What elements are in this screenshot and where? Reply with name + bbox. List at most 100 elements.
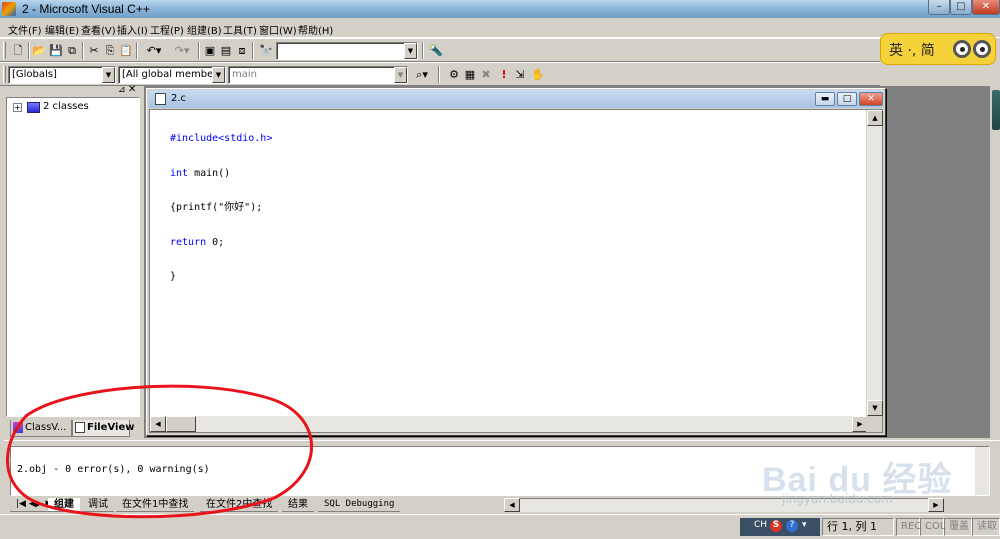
- editor-title-bar[interactable]: 2.c ▬ □ ✕: [149, 90, 883, 108]
- sogou-icon[interactable]: S: [770, 520, 782, 532]
- close-panel-icon[interactable]: ✕: [128, 84, 136, 95]
- function-combo[interactable]: main ▼: [228, 66, 408, 84]
- tree-root-label[interactable]: 2 classes: [43, 101, 89, 112]
- code-line: int main(): [170, 167, 231, 179]
- tab-fileview[interactable]: FileView: [72, 420, 134, 437]
- tab-find-in-files-2[interactable]: 在文件2中查找: [200, 498, 279, 512]
- chevron-down-icon[interactable]: ▼: [404, 43, 417, 59]
- right-edge: [990, 86, 1000, 438]
- stop-build-icon[interactable]: ✖: [478, 67, 494, 82]
- find-in-files-icon[interactable]: 🔭: [258, 43, 274, 58]
- compile-icon[interactable]: ⚙: [446, 67, 462, 82]
- minimize-button[interactable]: –: [928, 0, 950, 15]
- workspace-panel: ⊿ ✕ + 2 classes ClassV... FileView: [4, 84, 142, 438]
- paste-icon[interactable]: 📋: [118, 43, 134, 58]
- new-file-icon[interactable]: 🗋: [10, 43, 26, 58]
- tab-debug[interactable]: 调试: [82, 498, 114, 512]
- tab-results[interactable]: 结果: [282, 498, 314, 512]
- editor-gutter[interactable]: [150, 110, 168, 416]
- floating-widget[interactable]: [992, 90, 1000, 130]
- visual-cpp-app-icon[interactable]: [2, 2, 16, 16]
- menu-window[interactable]: 窗口(W): [259, 22, 297, 37]
- workspace-icon[interactable]: ▣: [202, 43, 218, 58]
- horizontal-scroll-thumb[interactable]: [166, 416, 196, 432]
- menu-build[interactable]: 组建(B): [187, 22, 222, 37]
- code-area[interactable]: #include<stdio.h> int main() {printf("你好…: [170, 110, 860, 306]
- chevron-down-icon[interactable]: ▼: [394, 67, 407, 83]
- cut-icon[interactable]: ✂: [86, 43, 102, 58]
- close-button[interactable]: ✕: [972, 0, 1000, 15]
- tab-find-in-files-1[interactable]: 在文件1中查找: [116, 498, 195, 512]
- scroll-down-icon[interactable]: ▼: [867, 400, 883, 416]
- language-tray[interactable]: CH S ? ▾: [740, 518, 820, 536]
- toolbar-separator: [252, 42, 254, 59]
- editor-horizontal-scrollbar[interactable]: ◀ ▶: [150, 416, 868, 432]
- execute-icon[interactable]: !: [496, 67, 512, 82]
- find-combo[interactable]: ▼: [276, 42, 418, 60]
- wizard-action-icon[interactable]: ⌕▾: [410, 67, 434, 82]
- editor-minimize-button[interactable]: ▬: [815, 92, 835, 106]
- open-folder-icon[interactable]: 📂: [31, 43, 47, 58]
- menu-help[interactable]: 帮助(H): [298, 22, 333, 37]
- menu-file[interactable]: 文件(F): [8, 22, 42, 37]
- tab-classview[interactable]: ClassV...: [10, 420, 72, 437]
- output-horizontal-scrollbar[interactable]: ◀ ▶: [504, 498, 944, 512]
- rec-indicator: REC: [896, 518, 921, 536]
- chevron-down-icon[interactable]: ▼: [212, 67, 225, 83]
- tab-build[interactable]: 组建: [48, 498, 80, 512]
- breakpoint-hand-icon[interactable]: ✋: [530, 67, 546, 82]
- menu-view[interactable]: 查看(V): [81, 22, 116, 37]
- output-tabs: |◀ ◀▶ ▶| 组建 调试 在文件1中查找 在文件2中查找 结果 SQL De…: [10, 498, 504, 513]
- save-all-icon[interactable]: ⧉: [64, 43, 80, 58]
- help-icon[interactable]: ?: [786, 520, 798, 532]
- size-grip[interactable]: [866, 416, 882, 432]
- window-title: 2 - Microsoft Visual C++: [22, 2, 150, 16]
- redo-icon[interactable]: ↷▾: [170, 43, 194, 58]
- expand-icon[interactable]: +: [13, 103, 22, 112]
- class-combo[interactable]: [Globals] ▼: [8, 66, 116, 84]
- undo-icon[interactable]: ↶▾: [142, 43, 166, 58]
- input-language-indicator[interactable]: CH: [754, 520, 767, 530]
- output-text-area[interactable]: 2.obj - 0 error(s), 0 warning(s): [10, 446, 990, 496]
- title-bar: 2 - Microsoft Visual C++ – □ ✕: [0, 0, 1000, 18]
- ime-toolbar[interactable]: 英 ·, 简: [880, 33, 996, 65]
- output-vertical-scrollbar[interactable]: [975, 447, 989, 495]
- menu-insert[interactable]: 插入(I): [117, 22, 148, 37]
- tab-sql-debugging[interactable]: SQL Debugging: [318, 498, 401, 512]
- build-icon[interactable]: ▦: [462, 67, 478, 82]
- editor-title: 2.c: [171, 93, 187, 104]
- menu-tools[interactable]: 工具(T): [223, 22, 257, 37]
- source-file-icon: [155, 93, 166, 105]
- code-editor[interactable]: #include<stdio.h> int main() {printf("你好…: [149, 109, 883, 433]
- go-icon[interactable]: ⇲: [512, 67, 528, 82]
- scroll-left-icon[interactable]: ◀: [504, 498, 520, 512]
- minion-eye-icon: [973, 40, 991, 58]
- dock-toggle-icon[interactable]: ⊿: [118, 85, 126, 95]
- menu-project[interactable]: 工程(P): [150, 22, 184, 37]
- editor-maximize-button[interactable]: □: [837, 92, 857, 106]
- scroll-right-icon[interactable]: ▶: [928, 498, 944, 512]
- output-window-icon[interactable]: ▤: [218, 43, 234, 58]
- find-icon[interactable]: 🔦: [428, 43, 444, 58]
- copy-icon[interactable]: ⎘: [102, 43, 118, 58]
- toolbar-separator: [438, 66, 440, 83]
- toolbar-grip[interactable]: [3, 66, 6, 83]
- function-combo-value: main: [232, 69, 257, 80]
- class-tree[interactable]: + 2 classes: [6, 97, 140, 417]
- save-icon[interactable]: 💾: [48, 43, 64, 58]
- scroll-up-icon[interactable]: ▲: [867, 110, 883, 126]
- toolbar-separator: [82, 42, 84, 59]
- toolbar-grip[interactable]: [3, 42, 6, 59]
- window-list-icon[interactable]: ⧈: [234, 43, 250, 58]
- maximize-button[interactable]: □: [950, 0, 972, 15]
- workspace-panel-grip[interactable]: ⊿ ✕: [4, 84, 142, 96]
- members-combo[interactable]: [All global members ▼: [118, 66, 226, 84]
- editor-close-button[interactable]: ✕: [859, 92, 883, 106]
- overwrite-indicator: 覆盖: [944, 518, 972, 536]
- chevron-down-icon[interactable]: ▼: [102, 67, 115, 83]
- col-indicator: COL: [920, 518, 945, 536]
- tray-menu-icon[interactable]: ▾: [802, 520, 807, 530]
- menu-edit[interactable]: 编辑(E): [45, 22, 79, 37]
- scroll-left-icon[interactable]: ◀: [150, 416, 166, 432]
- editor-vertical-scrollbar[interactable]: ▲ ▼: [866, 110, 883, 416]
